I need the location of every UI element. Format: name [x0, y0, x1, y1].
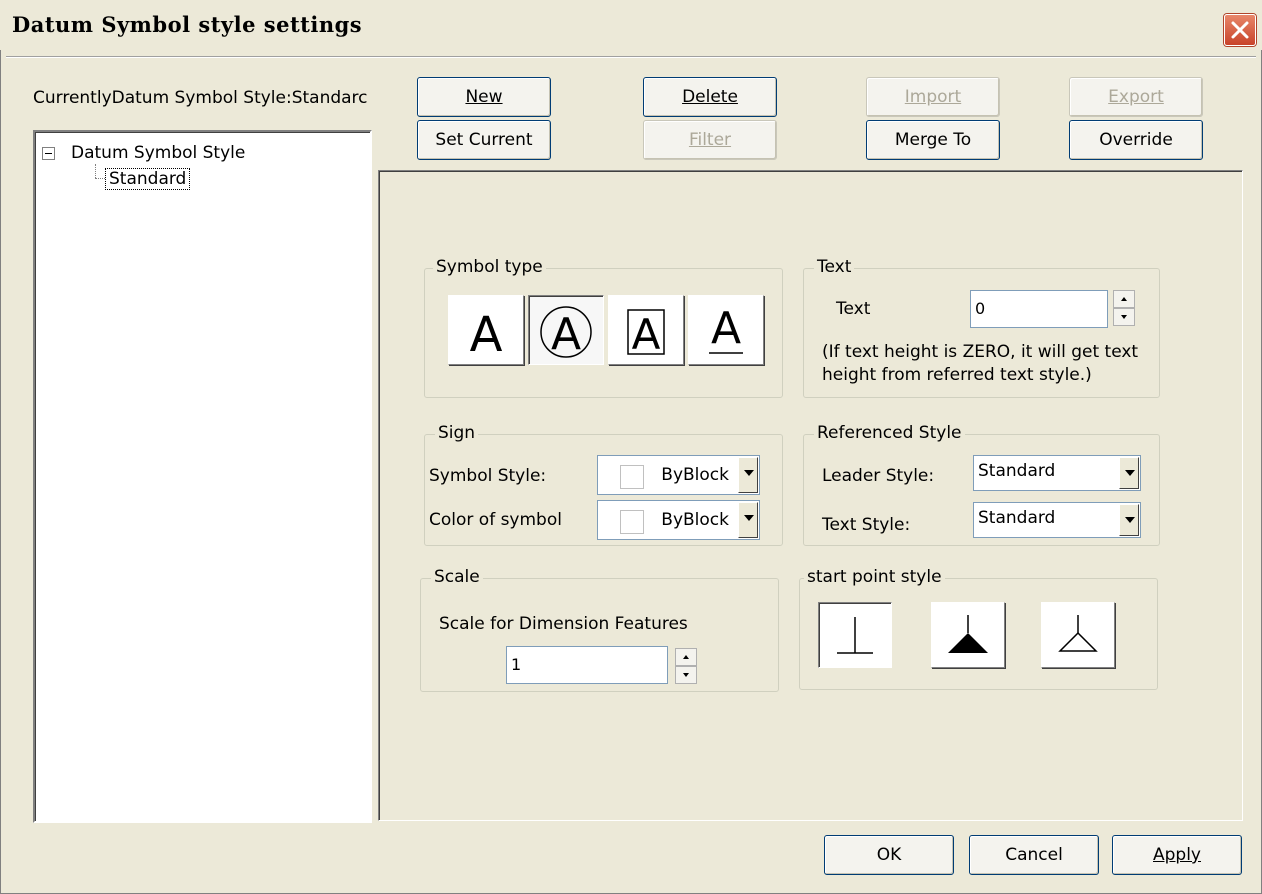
- import-button-label: Import: [904, 87, 962, 107]
- plain-letter-icon: A: [470, 307, 503, 363]
- merge-to-label: Merge To: [894, 130, 972, 150]
- ok-label: OK: [876, 845, 902, 865]
- svg-text:A: A: [551, 309, 581, 360]
- referenced-style-label: Referenced Style: [814, 423, 965, 443]
- symbol-color-value: ByBlock: [661, 510, 729, 530]
- symbol-type-option-circled[interactable]: A: [528, 295, 604, 365]
- new-button[interactable]: New: [417, 77, 551, 117]
- delete-button[interactable]: Delete: [643, 77, 777, 117]
- tree-root-item[interactable]: Datum Symbol Style: [71, 143, 245, 163]
- symbol-type-option-plain[interactable]: A: [448, 295, 524, 365]
- window-title: Datum Symbol style settings: [12, 12, 363, 37]
- text-height-input[interactable]: 0: [970, 290, 1108, 328]
- svg-text:A: A: [632, 310, 661, 359]
- chevron-down-icon[interactable]: [738, 502, 758, 538]
- symbol-style-label: Symbol Style:: [429, 466, 547, 486]
- export-button[interactable]: Export: [1069, 77, 1203, 117]
- cancel-button[interactable]: Cancel: [969, 835, 1099, 875]
- scale-input[interactable]: 1: [506, 646, 668, 684]
- override-label: Override: [1099, 130, 1173, 150]
- text-group-label: Text: [814, 257, 855, 277]
- start-point-style-label: start point style: [804, 567, 945, 587]
- sign-group-label: Sign: [435, 423, 479, 443]
- circled-letter-icon: A: [540, 306, 592, 360]
- leader-style-select[interactable]: Standard: [973, 455, 1141, 491]
- spin-up-icon[interactable]: [675, 648, 697, 666]
- symbol-color-select[interactable]: ByBlock: [597, 500, 760, 540]
- set-current-button[interactable]: Set Current: [417, 120, 551, 160]
- perpendicular-icon: [837, 617, 873, 654]
- close-button[interactable]: [1224, 14, 1256, 46]
- delete-button-label: Delete: [682, 87, 738, 107]
- scale-group-label: Scale: [431, 567, 483, 587]
- start-point-option-filled[interactable]: [931, 602, 1005, 668]
- color-swatch: [620, 510, 644, 534]
- set-current-label: Set Current: [435, 130, 533, 150]
- title-bar: Datum Symbol style settings: [0, 0, 1262, 50]
- text-height-label: Text: [836, 299, 871, 319]
- start-point-option-open[interactable]: [1041, 602, 1115, 668]
- underlined-letter-icon: A: [709, 303, 743, 354]
- start-point-option-perpendicular[interactable]: [818, 602, 892, 668]
- boxed-letter-icon: A: [627, 309, 665, 359]
- style-tree[interactable]: Datum Symbol Style Standard: [33, 130, 372, 823]
- symbol-style-value: ByBlock: [661, 465, 729, 485]
- filter-button[interactable]: Filter: [643, 120, 777, 160]
- collapse-icon[interactable]: [42, 147, 55, 160]
- svg-text:A: A: [711, 303, 741, 354]
- chevron-down-icon[interactable]: [1119, 457, 1139, 489]
- spin-up-icon[interactable]: [1113, 290, 1135, 308]
- override-button[interactable]: Override: [1069, 120, 1203, 160]
- tree-connector: [95, 164, 96, 178]
- apply-button[interactable]: Apply: [1112, 835, 1242, 875]
- tree-connector: [95, 178, 105, 179]
- scale-description: Scale for Dimension Features: [439, 614, 688, 634]
- apply-label: Apply: [1153, 845, 1201, 865]
- text-height-note: (If text height is ZERO, it will get tex…: [822, 342, 1139, 385]
- ok-button[interactable]: OK: [824, 835, 954, 875]
- text-style-value: Standard: [978, 508, 1056, 528]
- text-style-label: Text Style:: [822, 515, 911, 535]
- text-height-spinner[interactable]: [1113, 290, 1135, 326]
- scale-spinner[interactable]: [675, 648, 697, 684]
- svg-text:A: A: [470, 307, 503, 363]
- spin-down-icon[interactable]: [1113, 308, 1135, 326]
- color-swatch: [620, 465, 644, 489]
- title-separator: [6, 56, 1256, 58]
- text-style-select[interactable]: Standard: [973, 502, 1141, 538]
- filled-triangle-icon: [948, 615, 988, 653]
- chevron-down-icon[interactable]: [738, 457, 758, 493]
- current-style-label: CurrentlyDatum Symbol Style:Standarc: [33, 88, 368, 108]
- leader-style-value: Standard: [978, 461, 1056, 481]
- close-icon: [1231, 21, 1249, 39]
- merge-to-button[interactable]: Merge To: [866, 120, 1000, 160]
- chevron-down-icon[interactable]: [1119, 504, 1139, 536]
- symbol-type-option-underlined[interactable]: A: [688, 295, 764, 365]
- open-triangle-icon: [1058, 615, 1098, 652]
- cancel-label: Cancel: [1005, 845, 1063, 865]
- symbol-type-option-boxed[interactable]: A: [608, 295, 684, 365]
- symbol-style-select[interactable]: ByBlock: [597, 455, 760, 495]
- export-button-label: Export: [1108, 87, 1164, 107]
- spin-down-icon[interactable]: [675, 666, 697, 684]
- leader-style-label: Leader Style:: [822, 466, 935, 486]
- new-button-label: New: [465, 87, 503, 107]
- tree-item-standard[interactable]: Standard: [105, 168, 191, 190]
- symbol-color-label: Color of symbol: [429, 510, 562, 530]
- filter-button-label: Filter: [688, 130, 732, 150]
- symbol-type-label: Symbol type: [433, 257, 546, 277]
- import-button[interactable]: Import: [866, 77, 1000, 117]
